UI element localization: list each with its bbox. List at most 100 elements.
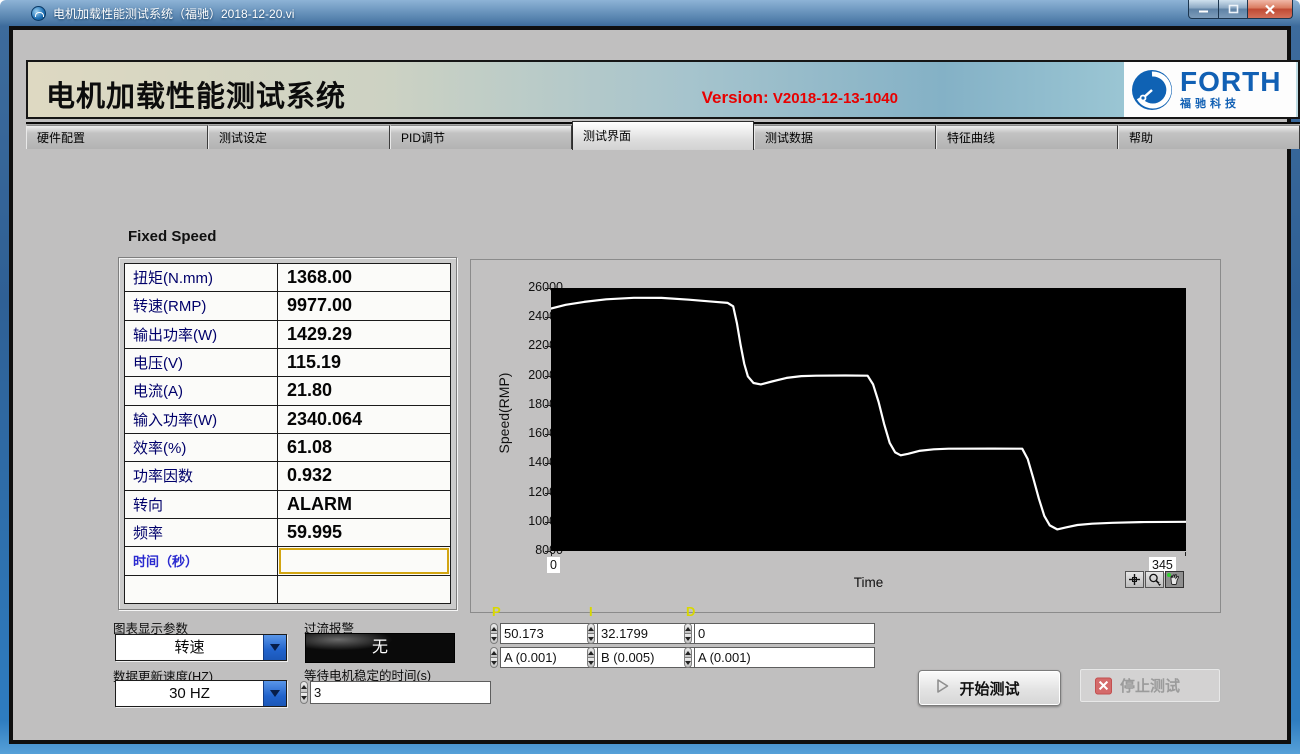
- zoom-icon[interactable]: [1145, 571, 1164, 588]
- row-label: 功率因数: [125, 462, 278, 489]
- tab-test-settings[interactable]: 测试设定: [208, 125, 390, 149]
- y-tick-mark: [545, 405, 550, 406]
- table-row: 输出功率(W)1429.29: [125, 321, 450, 349]
- row-value: ALARM: [278, 491, 450, 518]
- table-row: 转速(RMP)9977.00: [125, 292, 450, 320]
- chart-plot-area[interactable]: [551, 288, 1186, 551]
- table-row: 电压(V)115.19: [125, 349, 450, 377]
- table-row: [125, 576, 450, 603]
- row-value: 9977.00: [278, 292, 450, 319]
- y-tick-mark: [545, 551, 550, 552]
- row-value: 2340.064: [278, 406, 450, 433]
- graph-palette: [1124, 571, 1184, 588]
- active-dot: [1167, 573, 1171, 577]
- logo-wordmark: FORTH: [1180, 69, 1281, 95]
- row-value: 115.19: [278, 349, 450, 376]
- d-gain-stepper[interactable]: [684, 647, 692, 668]
- tab-help[interactable]: 帮助: [1118, 125, 1300, 149]
- app-window: 电机加载性能测试系统（福驰）2018-12-20.vi 电机加载性能测试系统 V…: [0, 0, 1300, 754]
- stop-test-button[interactable]: 停止测试: [1079, 668, 1221, 703]
- d-value-stepper[interactable]: [684, 623, 692, 644]
- x-tick-max: [1185, 552, 1186, 556]
- table-row: 输入功率(W)2340.064: [125, 406, 450, 434]
- chevron-down-icon[interactable]: [263, 681, 286, 706]
- close-icon: [1264, 4, 1276, 15]
- start-test-button[interactable]: 开始测试: [918, 670, 1061, 706]
- maximize-button[interactable]: [1219, 0, 1248, 19]
- row-label: [125, 576, 278, 603]
- vi-icon: [31, 6, 46, 21]
- row-label: 时间（秒）: [125, 547, 278, 574]
- stop-test-label: 停止测试: [1120, 675, 1180, 696]
- pan-hand-icon[interactable]: [1165, 571, 1184, 588]
- i-value-stepper[interactable]: [587, 623, 595, 644]
- row-label: 输入功率(W): [125, 406, 278, 433]
- tab-hardware-config[interactable]: 硬件配置: [26, 125, 208, 149]
- row-value: [278, 576, 450, 603]
- wait-time-stepper[interactable]: [300, 681, 308, 704]
- section-title: Fixed Speed: [128, 228, 216, 245]
- x-tick-min: [551, 552, 552, 556]
- table-row: 扭矩(N.mm)1368.00: [125, 264, 450, 292]
- row-value[interactable]: [279, 548, 449, 573]
- update-rate-value: 30 HZ: [116, 681, 263, 706]
- chart-param-dropdown[interactable]: 转速: [115, 634, 287, 661]
- i-gain-stepper[interactable]: [587, 647, 595, 668]
- crosshair-icon[interactable]: [1125, 571, 1144, 588]
- y-tick-mark: [545, 317, 550, 318]
- p-value-stepper[interactable]: [490, 623, 498, 644]
- update-rate-dropdown[interactable]: 30 HZ: [115, 680, 287, 707]
- play-icon: [934, 678, 951, 699]
- row-label: 转向: [125, 491, 278, 518]
- tab-test-data[interactable]: 测试数据: [754, 125, 936, 149]
- tab-test-interface[interactable]: 测试界面: [572, 121, 754, 150]
- chart-param-value: 转速: [116, 635, 263, 660]
- pid-i-group: [587, 623, 673, 671]
- d-gain-field[interactable]: [694, 647, 875, 668]
- minimize-button[interactable]: [1188, 0, 1219, 19]
- table-row: 功率因数0.932: [125, 462, 450, 490]
- row-label: 扭矩(N.mm): [125, 264, 278, 291]
- y-tick-mark: [545, 288, 550, 289]
- row-label: 效率(%): [125, 434, 278, 461]
- pid-p-group: [490, 623, 576, 671]
- front-panel: 电机加载性能测试系统 Version: V2018-12-13-1040 FOR…: [9, 26, 1291, 744]
- y-tick-mark: [545, 493, 550, 494]
- table-row: 电流(A)21.80: [125, 377, 450, 405]
- row-value: 1429.29: [278, 321, 450, 348]
- y-tick-mark: [545, 376, 550, 377]
- logo-subtext: 福驰科技: [1180, 95, 1281, 111]
- stop-x-icon: [1095, 677, 1112, 694]
- pid-d-label: D: [686, 604, 695, 619]
- x-axis-min[interactable]: 0: [547, 557, 560, 573]
- row-value: 59.995: [278, 519, 450, 546]
- titlebar[interactable]: 电机加载性能测试系统（福驰）2018-12-20.vi: [0, 0, 1300, 26]
- table-row: 转向ALARM: [125, 491, 450, 519]
- minimize-icon: [1198, 5, 1209, 14]
- y-tick-mark: [545, 434, 550, 435]
- d-value-field[interactable]: [694, 623, 875, 644]
- gauge-logo-icon: [1130, 68, 1174, 112]
- version-text: Version: V2018-12-13-1040: [702, 88, 898, 108]
- speed-chart: Speed(RMP) 26000240002200020000180001600…: [470, 259, 1221, 613]
- app-header: 电机加载性能测试系统 Version: V2018-12-13-1040 FOR…: [26, 60, 1300, 119]
- measurement-table: 扭矩(N.mm)1368.00转速(RMP)9977.00输出功率(W)1429…: [124, 263, 451, 604]
- pid-p-label: P: [492, 604, 501, 619]
- row-label: 电压(V): [125, 349, 278, 376]
- x-axis-title: Time: [551, 575, 1186, 590]
- row-label: 转速(RMP): [125, 292, 278, 319]
- row-value: 0.932: [278, 462, 450, 489]
- y-tick-mark: [545, 522, 550, 523]
- table-row: 时间（秒）: [125, 547, 450, 575]
- row-value: 21.80: [278, 377, 450, 404]
- y-tick-mark: [545, 346, 550, 347]
- wait-time-field[interactable]: [310, 681, 491, 704]
- tab-characteristic-curve[interactable]: 特征曲线: [936, 125, 1118, 149]
- p-gain-stepper[interactable]: [490, 647, 498, 668]
- measurement-table-frame: 扭矩(N.mm)1368.00转速(RMP)9977.00输出功率(W)1429…: [118, 257, 457, 610]
- row-value: 1368.00: [278, 264, 450, 291]
- tab-pid-tuning[interactable]: PID调节: [390, 125, 572, 149]
- close-button[interactable]: [1248, 0, 1293, 19]
- chevron-down-icon[interactable]: [263, 635, 286, 660]
- company-logo: FORTH 福驰科技: [1124, 62, 1296, 117]
